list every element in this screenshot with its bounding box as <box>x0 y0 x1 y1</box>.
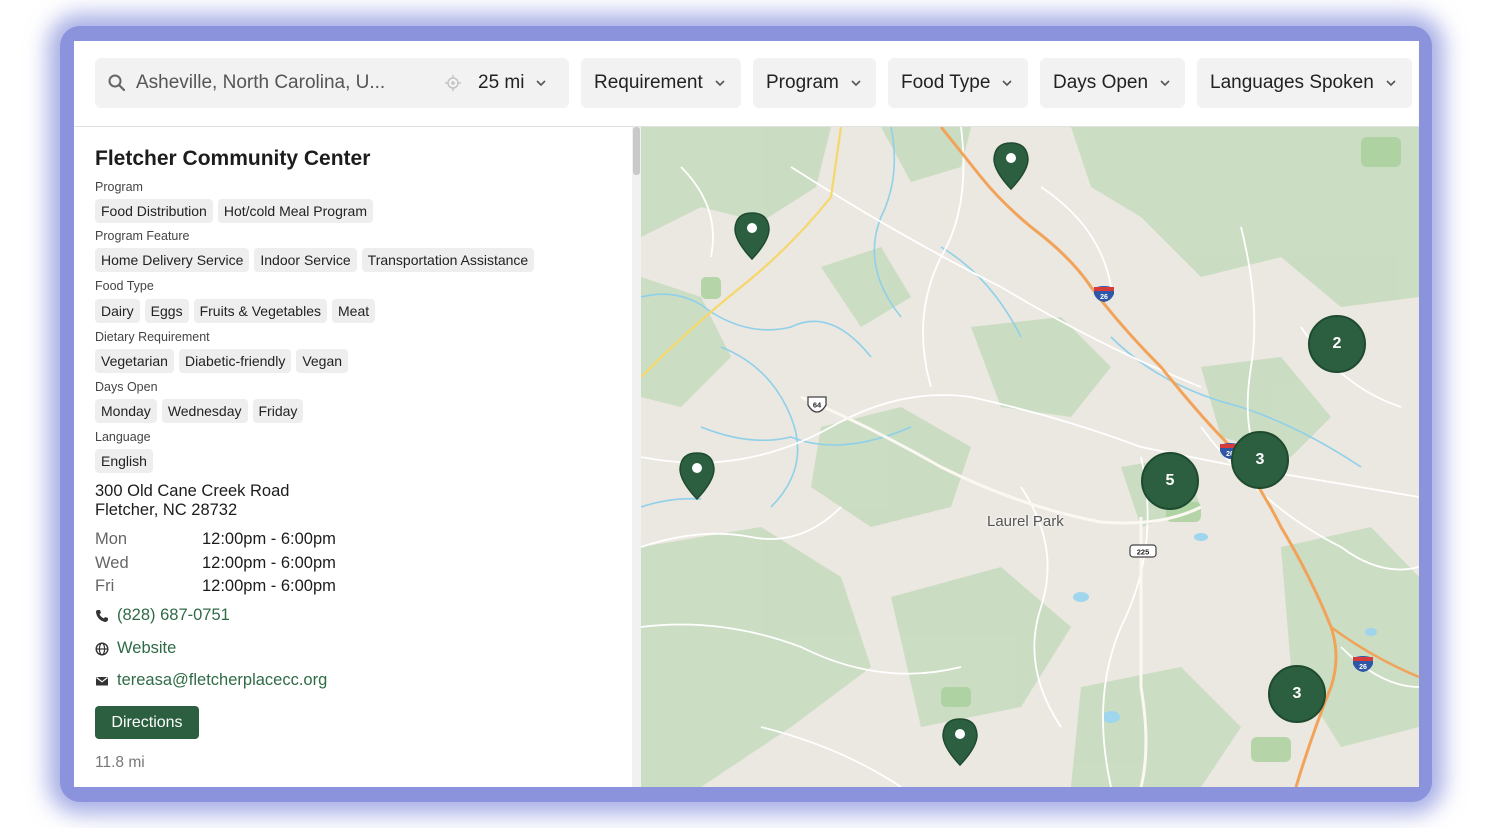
tag: Home Delivery Service <box>95 248 250 272</box>
dietary-requirement-label: Dietary Requirement <box>95 330 210 344</box>
phone-number[interactable]: (828) 687-0751 <box>117 606 230 625</box>
email-address[interactable]: tereasa@fletcherplacecc.org <box>117 671 327 690</box>
location-search[interactable]: Asheville, North Carolina, U... 25 mi <box>95 58 569 108</box>
search-icon <box>108 74 126 92</box>
interstate-shield-icon: 26 <box>1094 286 1114 302</box>
program-filter-label: Program <box>766 72 839 93</box>
program-feature-label: Program Feature <box>95 229 190 243</box>
food-type-tags: Dairy Eggs Fruits & Vegetables Meat <box>95 299 376 323</box>
address-line-2: Fletcher, NC 28732 <box>95 501 238 519</box>
chevron-down-icon <box>1002 80 1013 87</box>
hours-row: Fri 12:00pm - 6:00pm <box>95 575 336 599</box>
tag: English <box>95 449 153 473</box>
location-detail-panel: Fletcher Community Center Program Food D… <box>74 127 641 787</box>
phone-icon <box>96 609 108 622</box>
radius-select[interactable]: 25 mi <box>478 72 524 94</box>
languages-filter[interactable]: Languages Spoken <box>1197 58 1412 108</box>
tag: Friday <box>252 399 304 423</box>
svg-text:26: 26 <box>1100 294 1108 301</box>
tag: Hot/cold Meal Program <box>217 199 373 223</box>
food-type-filter-label: Food Type <box>901 72 991 93</box>
tag: Indoor Service <box>254 248 357 272</box>
phone-link[interactable]: (828) 687-0751 <box>95 606 230 625</box>
food-type-filter[interactable]: Food Type <box>888 58 1028 108</box>
map-pin-icon[interactable] <box>992 141 1030 191</box>
requirement-filter[interactable]: Requirement <box>581 58 741 108</box>
interstate-shield-icon: 26 <box>1353 656 1373 672</box>
svg-text:225: 225 <box>1137 548 1150 557</box>
svg-text:26: 26 <box>1359 664 1367 671</box>
hours-time: 12:00pm - 6:00pm <box>202 553 336 572</box>
hours-row: Wed 12:00pm - 6:00pm <box>95 552 336 576</box>
email-link[interactable]: tereasa@fletcherplacecc.org <box>95 671 327 690</box>
program-label: Program <box>95 180 143 194</box>
distance-text: 11.8 mi <box>95 754 145 771</box>
chevron-down-icon <box>715 80 725 87</box>
tag: Transportation Assistance <box>361 248 535 272</box>
chevron-down-icon <box>851 80 861 87</box>
days-open-filter[interactable]: Days Open <box>1040 58 1185 108</box>
tag: Dairy <box>95 299 140 323</box>
program-feature-tags: Home Delivery Service Indoor Service Tra… <box>95 248 535 272</box>
dietary-requirement-tags: Vegetarian Diabetic-friendly Vegan <box>95 349 349 373</box>
website-link[interactable]: Website <box>95 639 176 658</box>
tag: Food Distribution <box>95 199 213 223</box>
map-pin-icon[interactable] <box>678 451 716 501</box>
language-label: Language <box>95 430 151 444</box>
locate-me-icon[interactable] <box>444 74 462 92</box>
map-cluster[interactable]: 2 <box>1308 315 1366 373</box>
hours-list: Mon 12:00pm - 6:00pm Wed 12:00pm - 6:00p… <box>95 528 336 599</box>
hours-day: Fri <box>95 577 115 595</box>
languages-filter-label: Languages Spoken <box>1210 72 1374 93</box>
globe-icon <box>95 641 109 656</box>
map-pin-icon[interactable] <box>733 211 771 261</box>
tag: Meat <box>332 299 376 323</box>
location-title: Fletcher Community Center <box>95 147 371 170</box>
hours-day: Wed <box>95 553 129 572</box>
program-tags: Food Distribution Hot/cold Meal Program <box>95 199 373 223</box>
svg-text:64: 64 <box>813 401 822 410</box>
place-label-laurel-park: Laurel Park <box>987 513 1064 530</box>
chevron-down-icon <box>536 80 547 87</box>
envelope-icon <box>96 676 108 685</box>
tag: Fruits & Vegetables <box>193 299 327 323</box>
days-open-tags: Monday Wednesday Friday <box>95 399 304 423</box>
map-cluster[interactable]: 3 <box>1268 665 1326 723</box>
directions-button[interactable]: Directions <box>95 706 199 739</box>
state-route-shield-icon: 225 <box>1129 544 1157 558</box>
hours-row: Mon 12:00pm - 6:00pm <box>95 528 336 552</box>
us-route-shield-icon: 64 <box>807 396 827 413</box>
map-pin-icon[interactable] <box>941 717 979 767</box>
map-cluster[interactable]: 5 <box>1141 452 1199 510</box>
tag: Vegetarian <box>95 349 174 373</box>
program-filter[interactable]: Program <box>753 58 876 108</box>
map-view[interactable]: Laurel Park 26 26 26 64 225 2 3 5 3 <box>641 127 1419 787</box>
chevron-down-icon <box>1386 80 1396 87</box>
tag: Vegan <box>296 349 349 373</box>
food-type-label: Food Type <box>95 279 154 293</box>
panel-scrollbar[interactable] <box>632 127 641 787</box>
days-open-filter-label: Days Open <box>1053 72 1149 93</box>
map-cluster[interactable]: 3 <box>1231 431 1289 489</box>
days-open-label: Days Open <box>95 380 158 394</box>
hours-time: 12:00pm - 6:00pm <box>202 577 336 595</box>
language-tags: English <box>95 449 153 473</box>
tag: Diabetic-friendly <box>178 349 292 373</box>
tag: Eggs <box>144 299 189 323</box>
chevron-down-icon <box>1160 80 1170 87</box>
scrollbar-thumb[interactable] <box>633 127 640 175</box>
filter-bar: Asheville, North Carolina, U... 25 mi Re… <box>74 41 1419 127</box>
tag: Monday <box>95 399 157 423</box>
address-line-1: 300 Old Cane Creek Road <box>95 482 290 500</box>
hours-day: Mon <box>95 530 128 548</box>
requirement-filter-label: Requirement <box>594 72 703 93</box>
website-label[interactable]: Website <box>117 639 176 658</box>
hours-time: 12:00pm - 6:00pm <box>202 530 336 548</box>
food-finder-app: Asheville, North Carolina, U... 25 mi Re… <box>74 41 1419 787</box>
search-input[interactable]: Asheville, North Carolina, U... <box>136 72 436 94</box>
tag: Wednesday <box>161 399 248 423</box>
